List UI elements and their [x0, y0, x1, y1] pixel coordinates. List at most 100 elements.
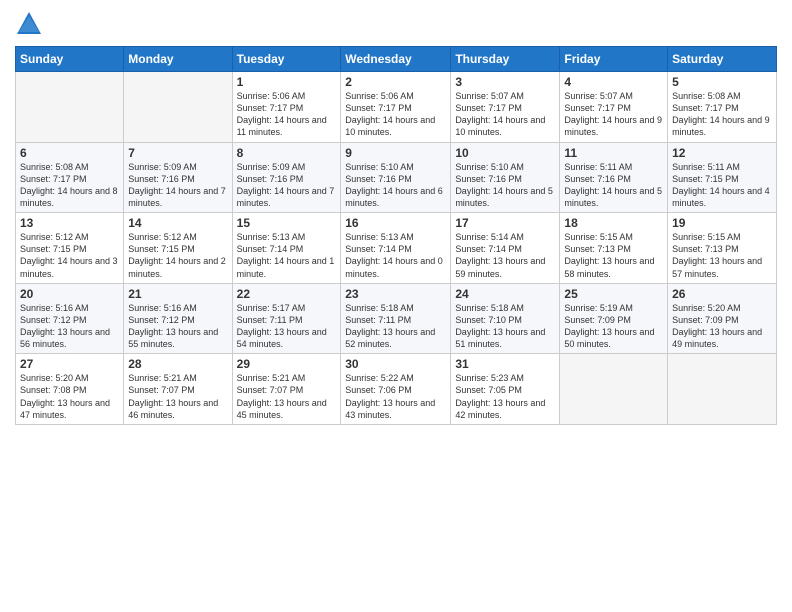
day-info: Sunrise: 5:15 AM Sunset: 7:13 PM Dayligh… [672, 231, 772, 280]
day-info: Sunrise: 5:20 AM Sunset: 7:08 PM Dayligh… [20, 372, 119, 421]
day-info: Sunrise: 5:06 AM Sunset: 7:17 PM Dayligh… [237, 90, 337, 139]
day-number: 10 [455, 146, 555, 160]
calendar-body: 1Sunrise: 5:06 AM Sunset: 7:17 PM Daylig… [16, 72, 777, 425]
day-number: 14 [128, 216, 227, 230]
header-cell-wednesday: Wednesday [341, 47, 451, 72]
day-info: Sunrise: 5:15 AM Sunset: 7:13 PM Dayligh… [564, 231, 663, 280]
calendar-cell: 24Sunrise: 5:18 AM Sunset: 7:10 PM Dayli… [451, 283, 560, 354]
calendar-cell: 10Sunrise: 5:10 AM Sunset: 7:16 PM Dayli… [451, 142, 560, 213]
day-number: 2 [345, 75, 446, 89]
calendar-cell: 7Sunrise: 5:09 AM Sunset: 7:16 PM Daylig… [124, 142, 232, 213]
day-info: Sunrise: 5:22 AM Sunset: 7:06 PM Dayligh… [345, 372, 446, 421]
day-info: Sunrise: 5:13 AM Sunset: 7:14 PM Dayligh… [237, 231, 337, 280]
header-cell-monday: Monday [124, 47, 232, 72]
week-row-4: 27Sunrise: 5:20 AM Sunset: 7:08 PM Dayli… [16, 354, 777, 425]
header-cell-sunday: Sunday [16, 47, 124, 72]
day-info: Sunrise: 5:11 AM Sunset: 7:15 PM Dayligh… [672, 161, 772, 210]
calendar-cell: 11Sunrise: 5:11 AM Sunset: 7:16 PM Dayli… [560, 142, 668, 213]
day-info: Sunrise: 5:09 AM Sunset: 7:16 PM Dayligh… [237, 161, 337, 210]
header-cell-saturday: Saturday [668, 47, 777, 72]
week-row-2: 13Sunrise: 5:12 AM Sunset: 7:15 PM Dayli… [16, 213, 777, 284]
day-info: Sunrise: 5:10 AM Sunset: 7:16 PM Dayligh… [345, 161, 446, 210]
day-info: Sunrise: 5:08 AM Sunset: 7:17 PM Dayligh… [672, 90, 772, 139]
day-info: Sunrise: 5:17 AM Sunset: 7:11 PM Dayligh… [237, 302, 337, 351]
day-info: Sunrise: 5:06 AM Sunset: 7:17 PM Dayligh… [345, 90, 446, 139]
calendar-cell: 16Sunrise: 5:13 AM Sunset: 7:14 PM Dayli… [341, 213, 451, 284]
day-number: 23 [345, 287, 446, 301]
calendar-table: SundayMondayTuesdayWednesdayThursdayFrid… [15, 46, 777, 425]
logo-icon [15, 10, 43, 38]
calendar-cell: 22Sunrise: 5:17 AM Sunset: 7:11 PM Dayli… [232, 283, 341, 354]
day-info: Sunrise: 5:16 AM Sunset: 7:12 PM Dayligh… [128, 302, 227, 351]
week-row-3: 20 Sunrise: 5:16 AM Sunset: 7:12 PM Dayli… [16, 283, 777, 354]
calendar-cell [16, 72, 124, 143]
day-number: 6 [20, 146, 119, 160]
day-number: 22 [237, 287, 337, 301]
day-number: 19 [672, 216, 772, 230]
day-info: Sunrise: 5:21 AM Sunset: 7:07 PM Dayligh… [237, 372, 337, 421]
day-info: Sunrise: 5:18 AM Sunset: 7:11 PM Dayligh… [345, 302, 446, 351]
header-row: SundayMondayTuesdayWednesdayThursdayFrid… [16, 47, 777, 72]
day-number: 30 [345, 357, 446, 371]
calendar-cell: 9Sunrise: 5:10 AM Sunset: 7:16 PM Daylig… [341, 142, 451, 213]
day-number: 31 [455, 357, 555, 371]
day-number: 29 [237, 357, 337, 371]
header-cell-tuesday: Tuesday [232, 47, 341, 72]
day-number: 18 [564, 216, 663, 230]
day-number: 5 [672, 75, 772, 89]
day-info: Sunrise: 5:18 AM Sunset: 7:10 PM Dayligh… [455, 302, 555, 351]
day-number: 3 [455, 75, 555, 89]
calendar-cell: 5Sunrise: 5:08 AM Sunset: 7:17 PM Daylig… [668, 72, 777, 143]
calendar-cell: 3Sunrise: 5:07 AM Sunset: 7:17 PM Daylig… [451, 72, 560, 143]
calendar-cell [124, 72, 232, 143]
page: SundayMondayTuesdayWednesdayThursdayFrid… [0, 0, 792, 612]
header-cell-friday: Friday [560, 47, 668, 72]
day-info: Sunrise: 5:21 AM Sunset: 7:07 PM Dayligh… [128, 372, 227, 421]
day-number: 7 [128, 146, 227, 160]
calendar-cell: 17Sunrise: 5:14 AM Sunset: 7:14 PM Dayli… [451, 213, 560, 284]
day-number: 25 [564, 287, 663, 301]
calendar-cell: 25Sunrise: 5:19 AM Sunset: 7:09 PM Dayli… [560, 283, 668, 354]
day-number: 8 [237, 146, 337, 160]
day-info: Sunrise: 5:13 AM Sunset: 7:14 PM Dayligh… [345, 231, 446, 280]
day-number: 15 [237, 216, 337, 230]
calendar-cell: 13Sunrise: 5:12 AM Sunset: 7:15 PM Dayli… [16, 213, 124, 284]
day-number: 27 [20, 357, 119, 371]
day-info: Sunrise: 5:09 AM Sunset: 7:16 PM Dayligh… [128, 161, 227, 210]
calendar-cell [560, 354, 668, 425]
day-number: 21 [128, 287, 227, 301]
week-row-0: 1Sunrise: 5:06 AM Sunset: 7:17 PM Daylig… [16, 72, 777, 143]
day-number: 17 [455, 216, 555, 230]
day-number: 26 [672, 287, 772, 301]
day-info: Sunrise: 5:12 AM Sunset: 7:15 PM Dayligh… [128, 231, 227, 280]
day-number: 20 [20, 287, 119, 301]
day-info: Sunrise: 5:20 AM Sunset: 7:09 PM Dayligh… [672, 302, 772, 351]
calendar-cell: 31Sunrise: 5:23 AM Sunset: 7:05 PM Dayli… [451, 354, 560, 425]
calendar-header: SundayMondayTuesdayWednesdayThursdayFrid… [16, 47, 777, 72]
day-info: Sunrise: 5:08 AM Sunset: 7:17 PM Dayligh… [20, 161, 119, 210]
calendar-cell: 14Sunrise: 5:12 AM Sunset: 7:15 PM Dayli… [124, 213, 232, 284]
day-info: Sunrise: 5:07 AM Sunset: 7:17 PM Dayligh… [564, 90, 663, 139]
week-row-1: 6Sunrise: 5:08 AM Sunset: 7:17 PM Daylig… [16, 142, 777, 213]
calendar-cell: 29Sunrise: 5:21 AM Sunset: 7:07 PM Dayli… [232, 354, 341, 425]
logo [15, 10, 47, 38]
day-info: Sunrise: 5:14 AM Sunset: 7:14 PM Dayligh… [455, 231, 555, 280]
calendar-cell: 15Sunrise: 5:13 AM Sunset: 7:14 PM Dayli… [232, 213, 341, 284]
day-number: 1 [237, 75, 337, 89]
day-number: 4 [564, 75, 663, 89]
calendar-cell: 18Sunrise: 5:15 AM Sunset: 7:13 PM Dayli… [560, 213, 668, 284]
day-number: 28 [128, 357, 227, 371]
day-info: Sunrise: 5:19 AM Sunset: 7:09 PM Dayligh… [564, 302, 663, 351]
day-info: Sunrise: 5:10 AM Sunset: 7:16 PM Dayligh… [455, 161, 555, 210]
day-info: Sunrise: 5:23 AM Sunset: 7:05 PM Dayligh… [455, 372, 555, 421]
day-number: 12 [672, 146, 772, 160]
calendar-cell: 8Sunrise: 5:09 AM Sunset: 7:16 PM Daylig… [232, 142, 341, 213]
calendar-cell: 6Sunrise: 5:08 AM Sunset: 7:17 PM Daylig… [16, 142, 124, 213]
calendar-cell: 23Sunrise: 5:18 AM Sunset: 7:11 PM Dayli… [341, 283, 451, 354]
day-info: Sunrise: 5:11 AM Sunset: 7:16 PM Dayligh… [564, 161, 663, 210]
calendar-cell: 26Sunrise: 5:20 AM Sunset: 7:09 PM Dayli… [668, 283, 777, 354]
day-number: 24 [455, 287, 555, 301]
day-info: Sunrise: 5:12 AM Sunset: 7:15 PM Dayligh… [20, 231, 119, 280]
calendar-cell [668, 354, 777, 425]
calendar-cell: 27Sunrise: 5:20 AM Sunset: 7:08 PM Dayli… [16, 354, 124, 425]
